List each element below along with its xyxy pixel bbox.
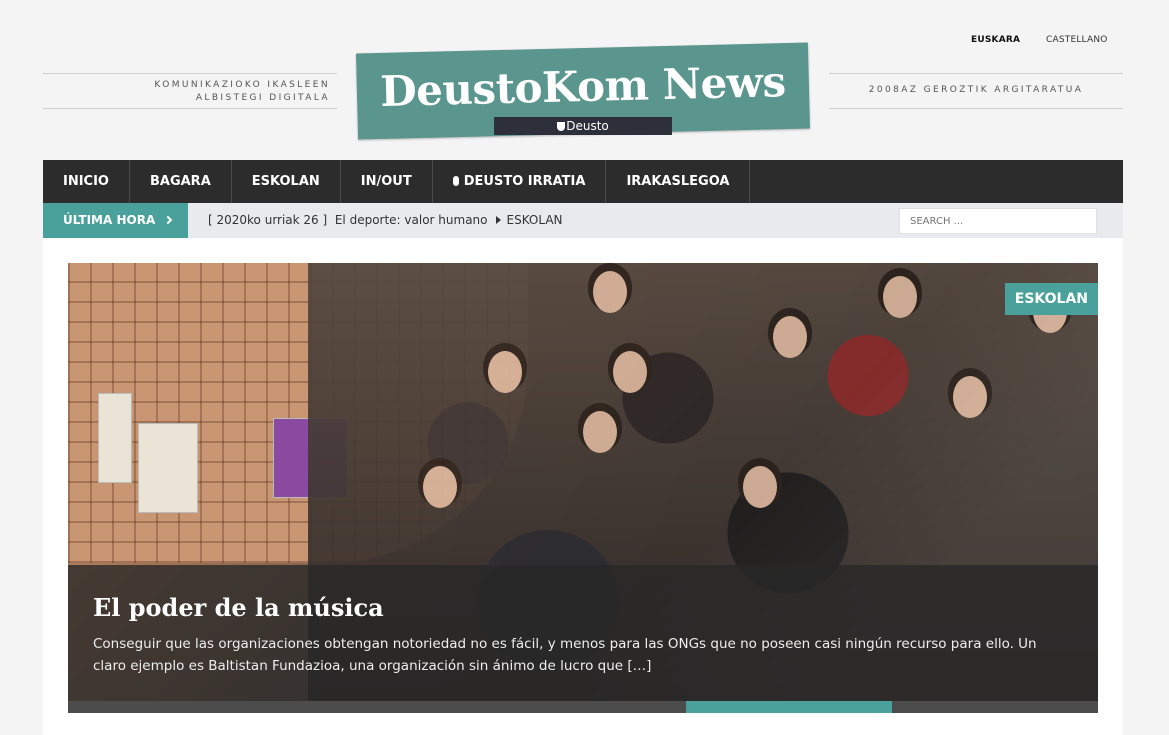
hero-image-person (583, 411, 617, 453)
hero-image-person (488, 351, 522, 393)
featured-category-badge[interactable]: ESKOLAN (1004, 283, 1098, 315)
nav-item-inicio[interactable]: INICIO (43, 160, 130, 203)
nav-item-bagara[interactable]: BAGARA (130, 160, 232, 203)
header-tagline-right: 2008AZ GEROZTIK ARGITARATUA (829, 73, 1123, 109)
hero-image-poster (98, 393, 132, 483)
hero-image-person (613, 351, 647, 393)
nav-item-deusto-irratia[interactable]: DEUSTO IRRATIA (433, 160, 607, 203)
caret-right-icon (495, 216, 501, 224)
tagline-left-line1: KOMUNIKAZIOKO IKASLEEN (154, 80, 330, 90)
header-tagline-left: KOMUNIKAZIOKO IKASLEEN ALBISTEGI DIGITAL… (43, 73, 337, 109)
nav-item-deusto-irratia-label: DEUSTO IRRATIA (463, 174, 586, 189)
nav-item-in-out[interactable]: IN/OUT (341, 160, 433, 203)
lang-euskara[interactable]: EUSKARA (971, 35, 1020, 45)
hero-image-person (423, 466, 457, 508)
ticker-item[interactable]: [ 2020ko urriak 26 ] El deporte: valor h… (208, 203, 563, 238)
hero-image-person (593, 271, 627, 313)
logo-sub: Deusto (566, 119, 609, 133)
logo-deusto-bar: Deusto (494, 117, 672, 135)
chevron-right-icon (163, 215, 173, 225)
logo-title: DeustoKom News (379, 57, 787, 116)
hero-image-poster (138, 423, 198, 513)
ticker-category[interactable]: ESKOLAN (507, 213, 563, 227)
main-nav: INICIO BAGARA ESKOLAN IN/OUT DEUSTO IRRA… (43, 160, 1123, 203)
featured-title[interactable]: El poder de la música (93, 593, 384, 622)
featured-caption: El poder de la música Conseguir que las … (68, 565, 1098, 701)
featured-excerpt: Conseguir que las organizaciones obtenga… (93, 636, 1037, 674)
breaking-news-ticker: ÚLTIMA HORA [ 2020ko urriak 26 ] El depo… (43, 203, 1123, 238)
featured-slider[interactable]: ESKOLAN El poder de la música Conseguir … (68, 263, 1098, 713)
hero-image-person (953, 376, 987, 418)
ticker-label-text: ÚLTIMA HORA (63, 213, 156, 227)
ticker-label: ÚLTIMA HORA (43, 203, 188, 238)
ticker-headline[interactable]: El deporte: valor humano (335, 213, 488, 227)
nav-item-irakaslegoa[interactable]: IRAKASLEGOA (606, 160, 751, 203)
nav-item-eskolan[interactable]: ESKOLAN (232, 160, 341, 203)
ticker-date: [ 2020ko urriak 26 ] (208, 213, 328, 227)
hero-image-person (773, 316, 807, 358)
deusto-shield-icon (557, 122, 566, 131)
hero-image-person (883, 276, 917, 318)
search-input[interactable] (899, 208, 1097, 234)
hero-image-person (743, 466, 777, 508)
microphone-icon (452, 176, 459, 186)
slider-progress-fill (686, 701, 892, 713)
slider-progress-bar (68, 701, 1098, 713)
tagline-left-line2: ALBISTEGI DIGITALA (195, 93, 330, 103)
lang-castellano[interactable]: CASTELLANO (1046, 35, 1108, 45)
